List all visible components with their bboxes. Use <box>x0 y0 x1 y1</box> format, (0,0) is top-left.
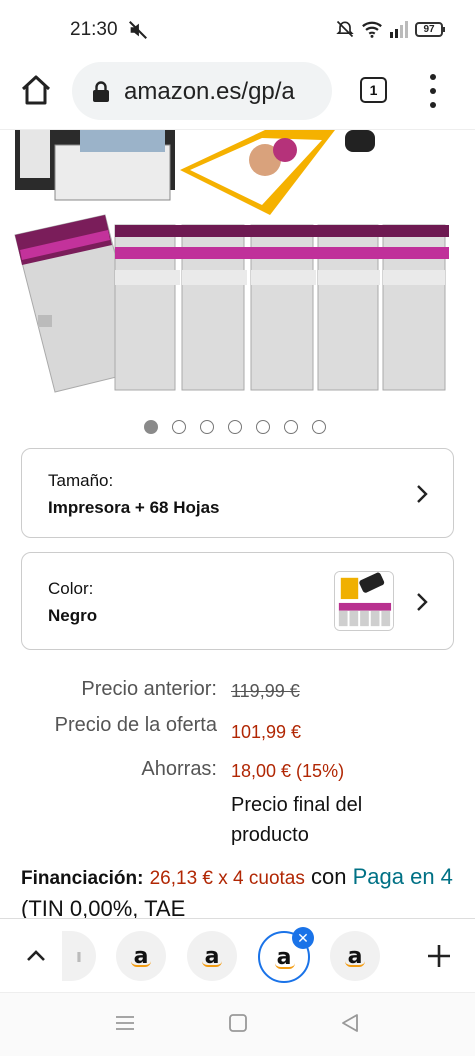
carousel-dot[interactable] <box>144 420 158 434</box>
size-selector[interactable]: Tamaño: Impresora + 68 Hojas <box>21 448 454 538</box>
savings-label: Ahorras: <box>141 758 217 780</box>
savings-value: 18,00 € (15%) <box>231 761 345 781</box>
financing-connector: con <box>311 864 347 889</box>
size-label: Tamaño: <box>48 471 114 490</box>
color-value: Negro <box>48 606 98 625</box>
carousel-dot[interactable] <box>256 420 270 434</box>
carousel-dot[interactable] <box>284 420 298 434</box>
home-nav-icon[interactable] <box>227 1013 249 1033</box>
tab-thumbnail[interactable]: a <box>187 931 237 981</box>
amazon-logo-icon: ı <box>75 945 83 967</box>
recents-menu-icon[interactable] <box>114 1013 136 1033</box>
color-label: Color: <box>48 579 94 598</box>
previous-price-label: Precio anterior: <box>81 678 217 700</box>
carousel-dot[interactable] <box>228 420 242 434</box>
menu-dots-icon[interactable] <box>425 74 441 108</box>
address-bar[interactable]: amazon.es/gp/a <box>72 62 332 120</box>
tab-thumbnail-selected[interactable]: a ✕ <box>258 927 314 983</box>
plus-icon[interactable] <box>426 943 452 969</box>
final-price-note: Precio final del producto <box>231 794 363 846</box>
product-image[interactable] <box>0 130 475 400</box>
chevron-right-icon <box>417 593 428 611</box>
chevron-right-icon <box>417 485 428 503</box>
carousel-dot[interactable] <box>312 420 326 434</box>
previous-price-value: 119,99 € <box>231 681 300 701</box>
url-text: amazon.es/gp/a <box>124 78 295 105</box>
offer-price-value: 101,99 € <box>231 722 302 742</box>
chevron-up-icon[interactable] <box>24 947 48 963</box>
color-selector[interactable]: Color: Negro <box>21 552 454 650</box>
carousel-dot[interactable] <box>200 420 214 434</box>
browser-toolbar: amazon.es/gp/a 1 <box>0 58 475 130</box>
system-nav-bar <box>0 992 475 1056</box>
pay-in-4-link[interactable]: Paga en 4 <box>353 864 453 889</box>
status-bar: 21:30 97 <box>0 0 475 58</box>
tab-switcher-button[interactable]: 1 <box>360 77 387 103</box>
back-nav-icon[interactable] <box>339 1013 361 1033</box>
clock: 21:30 <box>70 19 118 40</box>
alarm-off-icon <box>336 20 354 38</box>
color-swatch-image <box>334 571 394 631</box>
tab-thumbnail[interactable]: a <box>330 931 380 981</box>
lock-icon <box>93 81 109 102</box>
battery-icon: 97 <box>415 21 445 37</box>
home-icon[interactable] <box>18 72 54 108</box>
financing-amount: 26,13 € x 4 cuotas <box>149 868 305 889</box>
wifi-icon <box>362 21 382 38</box>
financing-info: Financiación: 26,13 € x 4 cuotas con Pag… <box>21 862 461 924</box>
tab-thumbnail[interactable]: a <box>116 931 166 981</box>
tab-thumbnail[interactable]: ı <box>62 931 96 981</box>
tab-strip: ı a a a ✕ a <box>0 918 475 992</box>
mute-icon <box>129 21 147 39</box>
offer-price-label: Precio de la oferta <box>54 714 217 736</box>
carousel-indicator[interactable] <box>144 420 326 434</box>
carousel-dot[interactable] <box>172 420 186 434</box>
size-value: Impresora + 68 Hojas <box>48 498 220 517</box>
close-tab-icon[interactable]: ✕ <box>292 927 314 949</box>
signal-icon <box>390 21 408 38</box>
financing-label: Financiación: <box>21 868 144 889</box>
